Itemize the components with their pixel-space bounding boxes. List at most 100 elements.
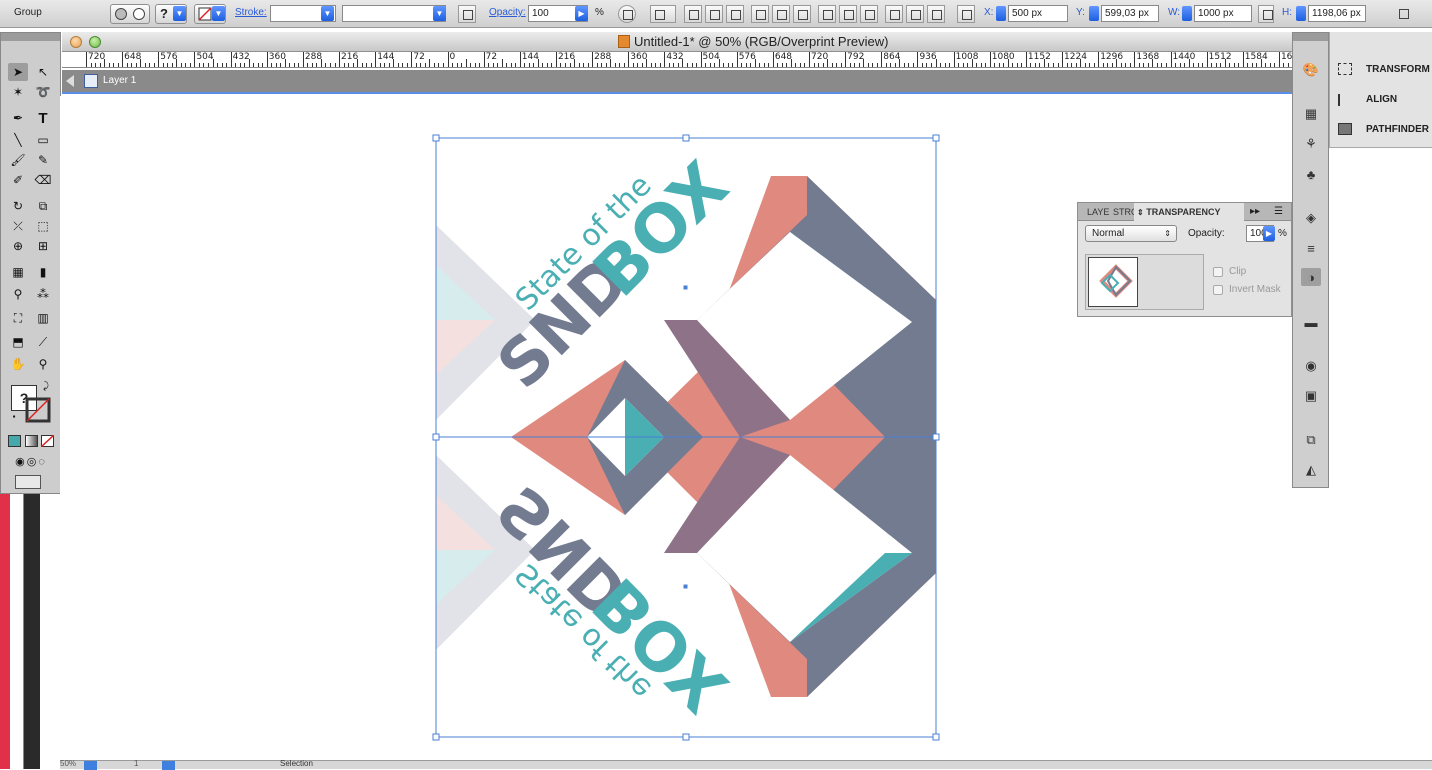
transform-tab[interactable]: TRANSFORM: [1366, 64, 1430, 75]
brush-definition-field[interactable]: [342, 5, 446, 22]
artwork-thumbnail[interactable]: [1088, 257, 1138, 307]
pen-tool-icon[interactable]: ✒: [8, 109, 28, 127]
tools-panel-header[interactable]: [1, 33, 60, 41]
drawing-modes-icon[interactable]: ◉◎◌: [6, 453, 56, 469]
color-mode-icon[interactable]: [8, 435, 21, 447]
recolor-artwork-icon[interactable]: [618, 5, 636, 23]
pathfinder-tab[interactable]: PATHFINDER: [1366, 124, 1429, 135]
none-mode-icon[interactable]: [41, 435, 54, 447]
rotate-tool-icon[interactable]: ↻: [8, 197, 28, 215]
align-center-h-icon[interactable]: [705, 5, 723, 23]
symbols-icon[interactable]: ♣: [1301, 165, 1321, 183]
x-field[interactable]: 500 px: [1008, 5, 1068, 22]
y-stepper[interactable]: [1089, 6, 1099, 21]
rectangle-tool-icon[interactable]: ▭: [33, 131, 53, 149]
gradient-tool-icon[interactable]: ▮: [33, 263, 53, 281]
align-bottom-icon[interactable]: [793, 5, 811, 23]
artboards-icon[interactable]: ⧉: [1301, 431, 1321, 449]
scale-tool-icon[interactable]: ⧉: [33, 197, 53, 215]
reference-point-icon[interactable]: [957, 5, 975, 23]
current-tool-status[interactable]: Selection: [280, 759, 313, 768]
direct-selection-tool-icon[interactable]: ↖: [33, 63, 53, 81]
slice-tool-icon[interactable]: ⟋: [33, 333, 53, 351]
swap-fill-stroke-icon[interactable]: ⤸: [39, 379, 53, 393]
distribute-bottom-icon[interactable]: [860, 5, 878, 23]
default-fill-stroke-icon[interactable]: ▪: [9, 411, 19, 421]
tab-layers[interactable]: LAYE: [1084, 203, 1112, 221]
transform-icon[interactable]: [1338, 63, 1352, 75]
artboard-tool-icon[interactable]: ⬒: [8, 333, 28, 351]
h-field[interactable]: 1198,06 px: [1308, 5, 1366, 22]
distribute-right-icon[interactable]: [927, 5, 945, 23]
align-tab[interactable]: ALIGN: [1366, 94, 1397, 105]
layers-icon[interactable]: ◈: [1301, 209, 1321, 227]
blend-tool-icon[interactable]: ⁂: [33, 285, 53, 303]
artboard-canvas[interactable]: State of the SND BOX State of the SND BO…: [60, 96, 1292, 760]
navigator-icon[interactable]: ◭: [1301, 461, 1321, 479]
y-field[interactable]: 599,03 px: [1101, 5, 1159, 22]
graphic-styles-icon[interactable]: ▣: [1301, 387, 1321, 405]
gradient-icon[interactable]: ▬: [1301, 313, 1321, 331]
zoom-tool-icon[interactable]: ⚲: [33, 355, 53, 373]
selection-tool-icon[interactable]: ➤: [8, 63, 28, 81]
distribute-left-icon[interactable]: [885, 5, 903, 23]
opacity-slider-button[interactable]: ▶: [1263, 226, 1275, 241]
free-transform-tool-icon[interactable]: ⬚: [33, 217, 53, 235]
style-options-icon[interactable]: [458, 5, 476, 23]
align-to-dropdown-icon[interactable]: [650, 5, 676, 23]
horizontal-ruler[interactable]: 720 648 576 504 432 360 288 216 144 72 0 72 144 216 28…: [62, 52, 1292, 68]
appearance-icon[interactable]: ◉: [1301, 357, 1321, 375]
layer-name[interactable]: Layer 1: [103, 75, 136, 86]
minimize-icon[interactable]: [70, 36, 82, 48]
screen-mode-icon[interactable]: [15, 475, 41, 489]
eraser-tool-icon[interactable]: ⌫: [33, 171, 53, 189]
vertical-ruler[interactable]: [0, 494, 60, 769]
magic-wand-tool-icon[interactable]: ✶: [8, 83, 28, 101]
zoom-icon[interactable]: [89, 36, 101, 48]
type-tool-icon[interactable]: T: [33, 109, 53, 127]
back-arrow-icon[interactable]: [66, 75, 74, 87]
align-right-icon[interactable]: [726, 5, 744, 23]
constrain-proportions-icon[interactable]: [1258, 5, 1274, 23]
width-tool-icon[interactable]: ⤫: [8, 217, 28, 235]
stroke-swatch-dropdown[interactable]: ▼: [194, 4, 226, 24]
zoom-level[interactable]: 50%: [60, 759, 76, 768]
column-graph-tool-icon[interactable]: ▥: [33, 309, 53, 327]
paintbrush-tool-icon[interactable]: 🖌: [8, 151, 28, 169]
brush-dropdown[interactable]: ▼: [433, 6, 446, 21]
mesh-tool-icon[interactable]: ▦: [8, 263, 28, 281]
hand-tool-icon[interactable]: ✋: [8, 355, 28, 373]
color-palette-icon[interactable]: 🎨: [1301, 61, 1321, 79]
distribute-center-h-icon[interactable]: [906, 5, 924, 23]
lasso-tool-icon[interactable]: ➰: [33, 83, 53, 101]
w-field[interactable]: 1000 px: [1194, 5, 1252, 22]
opacity-link[interactable]: Opacity:: [489, 7, 526, 18]
clip-checkbox[interactable]: [1213, 267, 1223, 277]
w-stepper[interactable]: [1182, 6, 1192, 21]
opacity-dropdown[interactable]: ▶: [575, 6, 588, 21]
align-left-icon[interactable]: [684, 5, 702, 23]
shape-builder-tool-icon[interactable]: ⊕: [8, 237, 28, 255]
line-tool-icon[interactable]: ╲: [8, 131, 28, 149]
stroke-weight-dropdown[interactable]: ▼: [321, 6, 334, 21]
stroke-link[interactable]: Stroke:: [235, 7, 267, 18]
align-top-icon[interactable]: [751, 5, 769, 23]
distribute-center-v-icon[interactable]: [839, 5, 857, 23]
control-options-icon[interactable]: [1395, 5, 1409, 23]
panel-menu-icon[interactable]: ☰: [1274, 206, 1283, 217]
h-stepper[interactable]: [1296, 6, 1306, 21]
align-center-v-icon[interactable]: [772, 5, 790, 23]
blob-brush-tool-icon[interactable]: ✐: [8, 171, 28, 189]
stroke-color-icon[interactable]: [25, 397, 51, 423]
swatches-icon[interactable]: ▦: [1301, 105, 1321, 123]
distribute-top-icon[interactable]: [818, 5, 836, 23]
transparency-icon[interactable]: ◑: [1301, 268, 1321, 286]
gradient-mode-icon[interactable]: [25, 435, 38, 447]
dock-header[interactable]: [1293, 33, 1328, 41]
stroke-icon[interactable]: ≡: [1301, 239, 1321, 257]
align-icon[interactable]: [1338, 94, 1352, 106]
x-stepper[interactable]: [996, 6, 1006, 21]
expand-icon[interactable]: ▸▸: [1250, 206, 1260, 217]
symbol-sprayer-tool-icon[interactable]: ⛶: [8, 309, 28, 327]
tab-transparency[interactable]: ⇕ TRANSPARENCY: [1134, 203, 1244, 221]
